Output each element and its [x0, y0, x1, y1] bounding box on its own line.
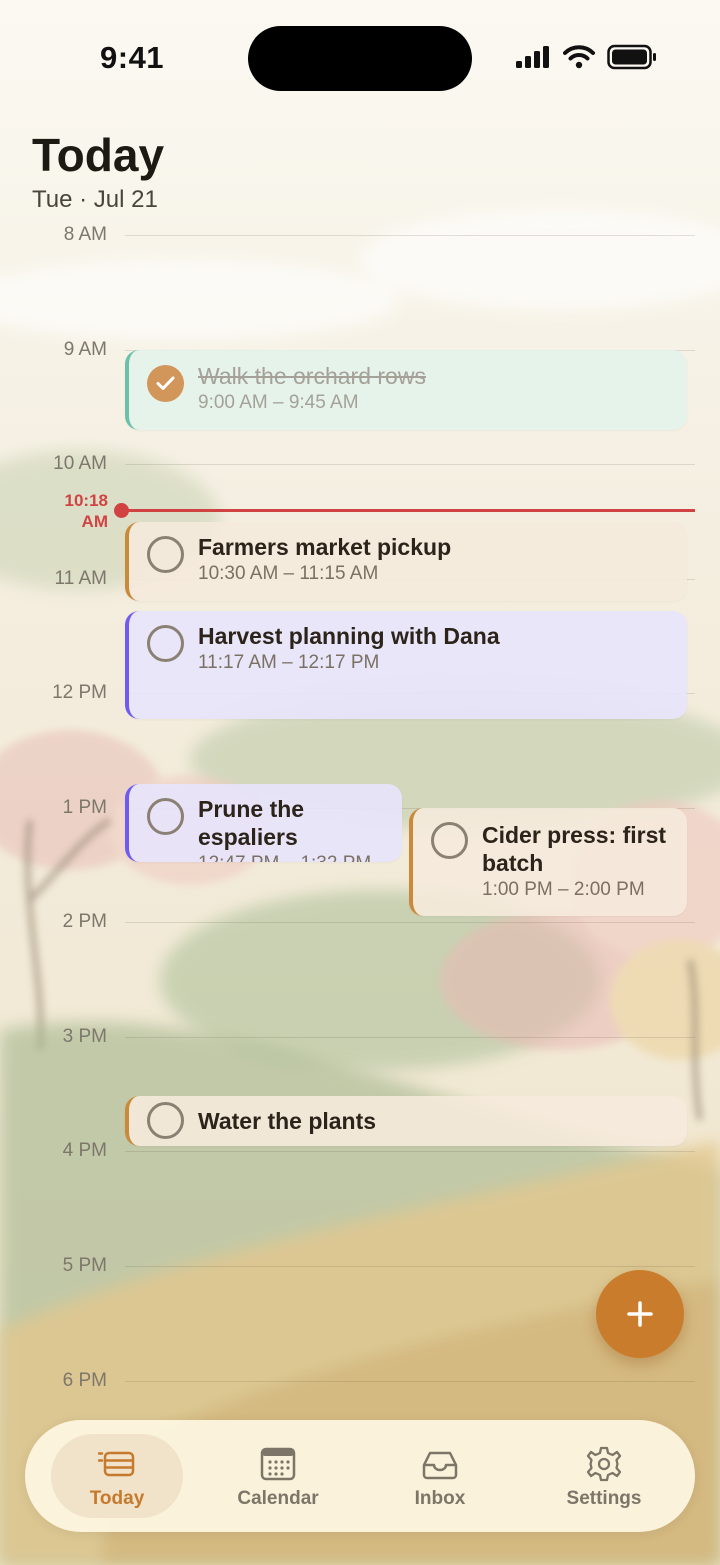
event-title: Harvest planning with Dana	[198, 623, 500, 649]
hour-label: 8 AM	[63, 224, 107, 245]
calendar-icon	[260, 1447, 296, 1481]
add-task-button[interactable]	[596, 1270, 684, 1358]
event-time: 9:00 AM – 9:45 AM	[198, 392, 359, 413]
hour-label: 11 AM	[54, 568, 107, 589]
hour-label: 3 PM	[62, 1026, 107, 1047]
page-title: Today	[32, 129, 165, 181]
hour-line	[125, 1381, 695, 1382]
tab-label: Calendar	[237, 1488, 319, 1509]
hour-line	[125, 1037, 695, 1038]
complete-checkbox[interactable]	[147, 536, 184, 573]
event-time: 12:47 PM – 1:32 PM	[198, 853, 402, 862]
today-list-icon	[98, 1451, 135, 1477]
hour-label: 2 PM	[62, 911, 107, 932]
event-title: Prune the espaliers	[198, 796, 305, 850]
wifi-icon	[563, 45, 595, 69]
event-card[interactable]: Prune the espaliers 12:47 PM – 1:32 PM	[125, 784, 402, 862]
tab-label: Inbox	[414, 1488, 466, 1509]
cellular-signal-icon	[516, 46, 549, 68]
hour-label: 5 PM	[62, 1255, 107, 1276]
event-title: Walk the orchard rows	[198, 363, 426, 389]
current-time-line	[122, 509, 695, 512]
hour-line	[125, 1266, 695, 1267]
tab-bar: Today Calendar Inbox Settings	[25, 1420, 695, 1532]
event-title: Farmers market pickup	[198, 534, 452, 560]
complete-checkbox[interactable]	[431, 822, 468, 859]
hour-line	[125, 922, 695, 923]
status-time: 9:41	[100, 40, 165, 75]
completed-checkbox[interactable]	[147, 365, 184, 402]
checkmark-icon	[156, 376, 175, 390]
event-title: Water the plants	[198, 1108, 377, 1134]
inbox-icon	[422, 1451, 458, 1480]
gear-icon	[586, 1446, 622, 1482]
tab-calendar[interactable]: Calendar	[212, 1434, 344, 1518]
tab-today[interactable]: Today	[51, 1434, 183, 1518]
dynamic-island	[248, 26, 472, 91]
tab-label: Settings	[566, 1488, 642, 1509]
current-time-dot	[114, 503, 129, 518]
battery-icon	[607, 44, 656, 70]
complete-checkbox[interactable]	[147, 1102, 184, 1139]
event-card[interactable]: Water the plants	[125, 1096, 687, 1146]
current-time-label: 10:18 AM	[64, 491, 108, 531]
tab-settings[interactable]: Settings	[538, 1434, 670, 1518]
date-subtitle: Tue · Jul 21	[32, 186, 158, 213]
event-time: 11:17 AM – 12:17 PM	[198, 652, 380, 673]
complete-checkbox[interactable]	[147, 625, 184, 662]
event-card[interactable]: Harvest planning with Dana 11:17 AM – 12…	[125, 611, 687, 719]
hour-label: 1 PM	[62, 797, 107, 818]
hour-label: 9 AM	[63, 339, 107, 360]
complete-checkbox[interactable]	[147, 798, 184, 835]
hour-label: 4 PM	[62, 1140, 107, 1161]
hour-line	[125, 1151, 695, 1152]
hour-line	[125, 464, 695, 465]
status-icons	[515, 44, 657, 70]
hour-label: 6 PM	[62, 1370, 107, 1391]
event-title: Cider press: first batch	[482, 822, 667, 876]
tab-inbox[interactable]: Inbox	[374, 1434, 506, 1518]
tab-label: Today	[89, 1488, 145, 1509]
event-time: 10:30 AM – 11:15 AM	[198, 563, 379, 584]
hour-line	[125, 235, 695, 236]
event-card[interactable]: Farmers market pickup 10:30 AM – 11:15 A…	[125, 522, 687, 601]
hour-label: 10 AM	[53, 453, 107, 474]
hour-label: 12 PM	[52, 682, 107, 703]
event-card[interactable]: Walk the orchard rows 9:00 AM – 9:45 AM	[125, 350, 687, 430]
plus-icon	[627, 1301, 653, 1327]
event-time: 1:00 PM – 2:00 PM	[482, 879, 645, 900]
event-card[interactable]: Cider press: first batch 1:00 PM – 2:00 …	[409, 808, 687, 916]
